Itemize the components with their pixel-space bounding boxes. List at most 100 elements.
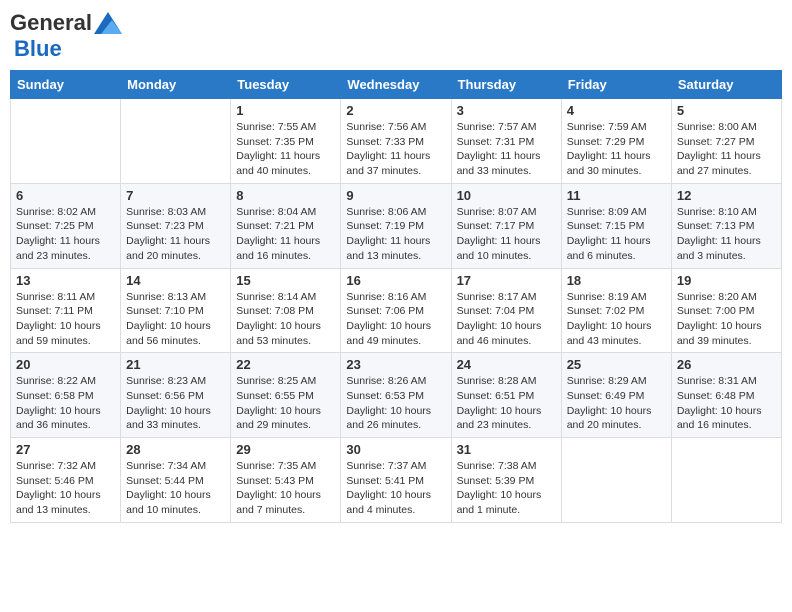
day-number: 29 (236, 442, 335, 457)
calendar-cell (561, 438, 671, 523)
logo-blue-text: Blue (14, 36, 62, 62)
day-number: 16 (346, 273, 445, 288)
day-info: Sunrise: 8:20 AM Sunset: 7:00 PM Dayligh… (677, 290, 776, 349)
calendar-table: SundayMondayTuesdayWednesdayThursdayFrid… (10, 70, 782, 523)
calendar-cell: 2Sunrise: 7:56 AM Sunset: 7:33 PM Daylig… (341, 99, 451, 184)
calendar-week-2: 6 Sunrise: 8:02 AM Sunset: 7:25 PM Daylig… (11, 183, 782, 268)
calendar-cell: 14 Sunrise: 8:13 AM Sunset: 7:10 PM Dayli… (121, 268, 231, 353)
day-info: Sunrise: 7:57 AM Sunset: 7:31 PM Dayligh… (457, 120, 556, 179)
logo: General Blue (10, 10, 122, 62)
day-info: Sunrise: 7:59 AM Sunset: 7:29 PM Dayligh… (567, 120, 666, 179)
calendar-cell: 8 Sunrise: 8:04 AM Sunset: 7:21 PM Daylig… (231, 183, 341, 268)
day-number: 23 (346, 357, 445, 372)
calendar-week-5: 27 Sunrise: 7:32 AM Sunset: 5:46 PM Dayli… (11, 438, 782, 523)
calendar-cell: 31Sunrise: 7:38 AM Sunset: 5:39 PM Dayli… (451, 438, 561, 523)
day-info: Sunrise: 8:28 AM Sunset: 6:51 PM Dayligh… (457, 374, 556, 433)
day-info: Sunrise: 8:14 AM Sunset: 7:08 PM Dayligh… (236, 290, 335, 349)
calendar-cell: 30 Sunrise: 7:37 AM Sunset: 5:41 PM Dayli… (341, 438, 451, 523)
day-info: Sunrise: 8:03 AM Sunset: 7:23 PM Dayligh… (126, 205, 225, 264)
calendar-cell: 7 Sunrise: 8:03 AM Sunset: 7:23 PM Daylig… (121, 183, 231, 268)
day-number: 30 (346, 442, 445, 457)
calendar-header-monday: Monday (121, 71, 231, 99)
day-info: Sunrise: 8:00 AM Sunset: 7:27 PM Dayligh… (677, 120, 776, 179)
calendar-cell: 25 Sunrise: 8:29 AM Sunset: 6:49 PM Dayli… (561, 353, 671, 438)
day-number: 27 (16, 442, 115, 457)
calendar-header-thursday: Thursday (451, 71, 561, 99)
calendar-cell: 16 Sunrise: 8:16 AM Sunset: 7:06 PM Dayli… (341, 268, 451, 353)
calendar-cell: 10 Sunrise: 8:07 AM Sunset: 7:17 PM Dayli… (451, 183, 561, 268)
day-number: 14 (126, 273, 225, 288)
day-number: 4 (567, 103, 666, 118)
day-number: 18 (567, 273, 666, 288)
day-info: Sunrise: 8:10 AM Sunset: 7:13 PM Dayligh… (677, 205, 776, 264)
day-info: Sunrise: 7:55 AM Sunset: 7:35 PM Dayligh… (236, 120, 335, 179)
day-number: 11 (567, 188, 666, 203)
calendar-cell: 29 Sunrise: 7:35 AM Sunset: 5:43 PM Dayli… (231, 438, 341, 523)
calendar-cell (671, 438, 781, 523)
calendar-cell: 24Sunrise: 8:28 AM Sunset: 6:51 PM Dayli… (451, 353, 561, 438)
calendar-header-wednesday: Wednesday (341, 71, 451, 99)
calendar-header-sunday: Sunday (11, 71, 121, 99)
calendar-cell: 13 Sunrise: 8:11 AM Sunset: 7:11 PM Dayli… (11, 268, 121, 353)
day-number: 5 (677, 103, 776, 118)
day-number: 22 (236, 357, 335, 372)
day-info: Sunrise: 7:32 AM Sunset: 5:46 PM Dayligh… (16, 459, 115, 518)
calendar-cell: 3Sunrise: 7:57 AM Sunset: 7:31 PM Daylig… (451, 99, 561, 184)
calendar-cell: 26 Sunrise: 8:31 AM Sunset: 6:48 PM Dayli… (671, 353, 781, 438)
day-info: Sunrise: 8:06 AM Sunset: 7:19 PM Dayligh… (346, 205, 445, 264)
calendar-header-saturday: Saturday (671, 71, 781, 99)
day-number: 10 (457, 188, 556, 203)
day-number: 17 (457, 273, 556, 288)
calendar-header-friday: Friday (561, 71, 671, 99)
day-number: 13 (16, 273, 115, 288)
day-number: 2 (346, 103, 445, 118)
day-info: Sunrise: 8:11 AM Sunset: 7:11 PM Dayligh… (16, 290, 115, 349)
day-info: Sunrise: 8:04 AM Sunset: 7:21 PM Dayligh… (236, 205, 335, 264)
day-info: Sunrise: 8:13 AM Sunset: 7:10 PM Dayligh… (126, 290, 225, 349)
calendar-cell (11, 99, 121, 184)
calendar-cell: 27 Sunrise: 7:32 AM Sunset: 5:46 PM Dayli… (11, 438, 121, 523)
calendar-header-row: SundayMondayTuesdayWednesdayThursdayFrid… (11, 71, 782, 99)
page-header: General Blue (10, 10, 782, 62)
calendar-cell: 6 Sunrise: 8:02 AM Sunset: 7:25 PM Daylig… (11, 183, 121, 268)
calendar-cell: 21Sunrise: 8:23 AM Sunset: 6:56 PM Dayli… (121, 353, 231, 438)
day-info: Sunrise: 7:35 AM Sunset: 5:43 PM Dayligh… (236, 459, 335, 518)
day-number: 7 (126, 188, 225, 203)
day-info: Sunrise: 8:25 AM Sunset: 6:55 PM Dayligh… (236, 374, 335, 433)
logo-icon (94, 12, 122, 34)
day-number: 6 (16, 188, 115, 203)
day-number: 12 (677, 188, 776, 203)
day-number: 15 (236, 273, 335, 288)
calendar-cell: 11Sunrise: 8:09 AM Sunset: 7:15 PM Dayli… (561, 183, 671, 268)
calendar-cell: 1Sunrise: 7:55 AM Sunset: 7:35 PM Daylig… (231, 99, 341, 184)
day-number: 28 (126, 442, 225, 457)
day-info: Sunrise: 8:07 AM Sunset: 7:17 PM Dayligh… (457, 205, 556, 264)
day-info: Sunrise: 8:26 AM Sunset: 6:53 PM Dayligh… (346, 374, 445, 433)
day-info: Sunrise: 7:34 AM Sunset: 5:44 PM Dayligh… (126, 459, 225, 518)
calendar-cell: 28 Sunrise: 7:34 AM Sunset: 5:44 PM Dayli… (121, 438, 231, 523)
calendar-cell: 23 Sunrise: 8:26 AM Sunset: 6:53 PM Dayli… (341, 353, 451, 438)
calendar-cell: 20Sunrise: 8:22 AM Sunset: 6:58 PM Dayli… (11, 353, 121, 438)
calendar-cell (121, 99, 231, 184)
calendar-week-3: 13 Sunrise: 8:11 AM Sunset: 7:11 PM Dayli… (11, 268, 782, 353)
day-number: 25 (567, 357, 666, 372)
calendar-cell: 9 Sunrise: 8:06 AM Sunset: 7:19 PM Daylig… (341, 183, 451, 268)
day-number: 8 (236, 188, 335, 203)
calendar-cell: 15 Sunrise: 8:14 AM Sunset: 7:08 PM Dayli… (231, 268, 341, 353)
logo-general-text: General (10, 10, 92, 36)
calendar-cell: 5 Sunrise: 8:00 AM Sunset: 7:27 PM Daylig… (671, 99, 781, 184)
day-number: 26 (677, 357, 776, 372)
day-number: 9 (346, 188, 445, 203)
day-number: 31 (457, 442, 556, 457)
calendar-week-4: 20Sunrise: 8:22 AM Sunset: 6:58 PM Dayli… (11, 353, 782, 438)
calendar-cell: 17Sunrise: 8:17 AM Sunset: 7:04 PM Dayli… (451, 268, 561, 353)
day-number: 19 (677, 273, 776, 288)
day-info: Sunrise: 8:16 AM Sunset: 7:06 PM Dayligh… (346, 290, 445, 349)
day-info: Sunrise: 8:02 AM Sunset: 7:25 PM Dayligh… (16, 205, 115, 264)
calendar-cell: 18Sunrise: 8:19 AM Sunset: 7:02 PM Dayli… (561, 268, 671, 353)
day-info: Sunrise: 7:37 AM Sunset: 5:41 PM Dayligh… (346, 459, 445, 518)
day-info: Sunrise: 8:22 AM Sunset: 6:58 PM Dayligh… (16, 374, 115, 433)
calendar-week-1: 1Sunrise: 7:55 AM Sunset: 7:35 PM Daylig… (11, 99, 782, 184)
day-info: Sunrise: 8:29 AM Sunset: 6:49 PM Dayligh… (567, 374, 666, 433)
day-info: Sunrise: 8:31 AM Sunset: 6:48 PM Dayligh… (677, 374, 776, 433)
